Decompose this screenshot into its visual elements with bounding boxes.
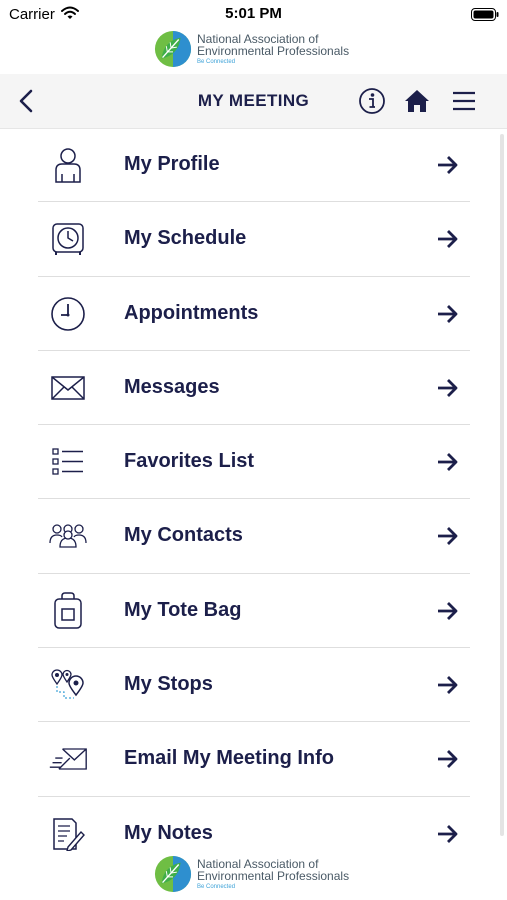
menu-item-label: Email My Meeting Info xyxy=(124,747,335,770)
menu-item-label: Messages xyxy=(124,375,220,398)
home-icon xyxy=(405,90,429,112)
menu-item-label: My Stops xyxy=(124,673,213,696)
logo-tagline: Be Connected xyxy=(197,883,236,890)
home-button[interactable] xyxy=(402,86,432,116)
status-time: 5:01 PM xyxy=(225,5,282,22)
info-button[interactable] xyxy=(357,86,387,116)
arrow-right-icon xyxy=(438,453,458,472)
arrow-right-icon xyxy=(438,676,458,695)
menu-item-label: My Notes xyxy=(124,821,213,844)
menu-item-email-my-meeting-info[interactable]: Email My Meeting Info xyxy=(38,722,470,797)
list-icon xyxy=(48,443,88,481)
status-bar: Carrier 5:01 PM xyxy=(0,0,507,28)
schedule-clock-icon xyxy=(48,220,88,258)
menu-item-label: Appointments xyxy=(124,301,259,324)
arrow-right-icon xyxy=(438,230,458,249)
map-pins-icon xyxy=(48,666,88,704)
info-icon xyxy=(359,88,385,114)
send-email-icon xyxy=(48,740,88,778)
arrow-right-icon xyxy=(438,824,458,843)
arrow-right-icon xyxy=(438,156,458,174)
menu-item-label: My Contacts xyxy=(124,524,243,547)
menu-item-label: Favorites List xyxy=(124,450,255,473)
menu-item-my-stops[interactable]: My Stops xyxy=(38,648,470,723)
menu-item-my-schedule[interactable]: My Schedule xyxy=(38,202,470,277)
menu-item-label: My Schedule xyxy=(124,227,247,250)
menu-item-my-contacts[interactable]: My Contacts xyxy=(38,499,470,574)
menu-item-label: My Tote Bag xyxy=(124,598,242,621)
arrow-right-icon xyxy=(438,750,458,769)
logo-line-2: Environmental Professionals xyxy=(197,43,350,58)
my-meeting-menu: My Profile My Schedule Appointments Mess… xyxy=(38,128,470,870)
naep-logo-header: National Association of Environmental Pr… xyxy=(154,29,349,69)
hamburger-menu-icon xyxy=(453,91,475,111)
menu-item-favorites-list[interactable]: Favorites List xyxy=(38,425,470,500)
notes-icon xyxy=(48,815,88,853)
arrow-right-icon xyxy=(438,304,458,323)
logo-line-1: National Association of xyxy=(197,31,319,46)
logo-tagline: Be Connected xyxy=(197,58,236,65)
menu-item-appointments[interactable]: Appointments xyxy=(38,277,470,351)
arrow-right-icon xyxy=(438,378,458,397)
arrow-right-icon xyxy=(438,601,458,620)
logo-line-2: Environmental Professionals xyxy=(197,868,350,883)
user-icon xyxy=(48,146,88,184)
navigation-bar: MY MEETING xyxy=(0,74,507,129)
logo-line-1: National Association of xyxy=(197,856,319,871)
naep-leaf-logo-icon xyxy=(154,855,192,893)
battery-icon xyxy=(471,8,499,26)
contacts-icon xyxy=(48,517,88,555)
menu-item-my-tote-bag[interactable]: My Tote Bag xyxy=(38,574,470,649)
tote-bag-icon xyxy=(48,592,88,630)
menu-item-label: My Profile xyxy=(124,153,220,175)
envelope-icon xyxy=(48,369,88,407)
menu-item-messages[interactable]: Messages xyxy=(38,351,470,426)
clock-icon xyxy=(48,295,88,333)
naep-leaf-logo-icon xyxy=(154,30,192,68)
menu-button[interactable] xyxy=(449,86,479,116)
menu-item-my-profile[interactable]: My Profile xyxy=(38,128,470,203)
naep-logo-footer: National Association of Environmental Pr… xyxy=(154,854,349,894)
scrollbar[interactable] xyxy=(500,134,504,836)
arrow-right-icon xyxy=(438,527,458,546)
